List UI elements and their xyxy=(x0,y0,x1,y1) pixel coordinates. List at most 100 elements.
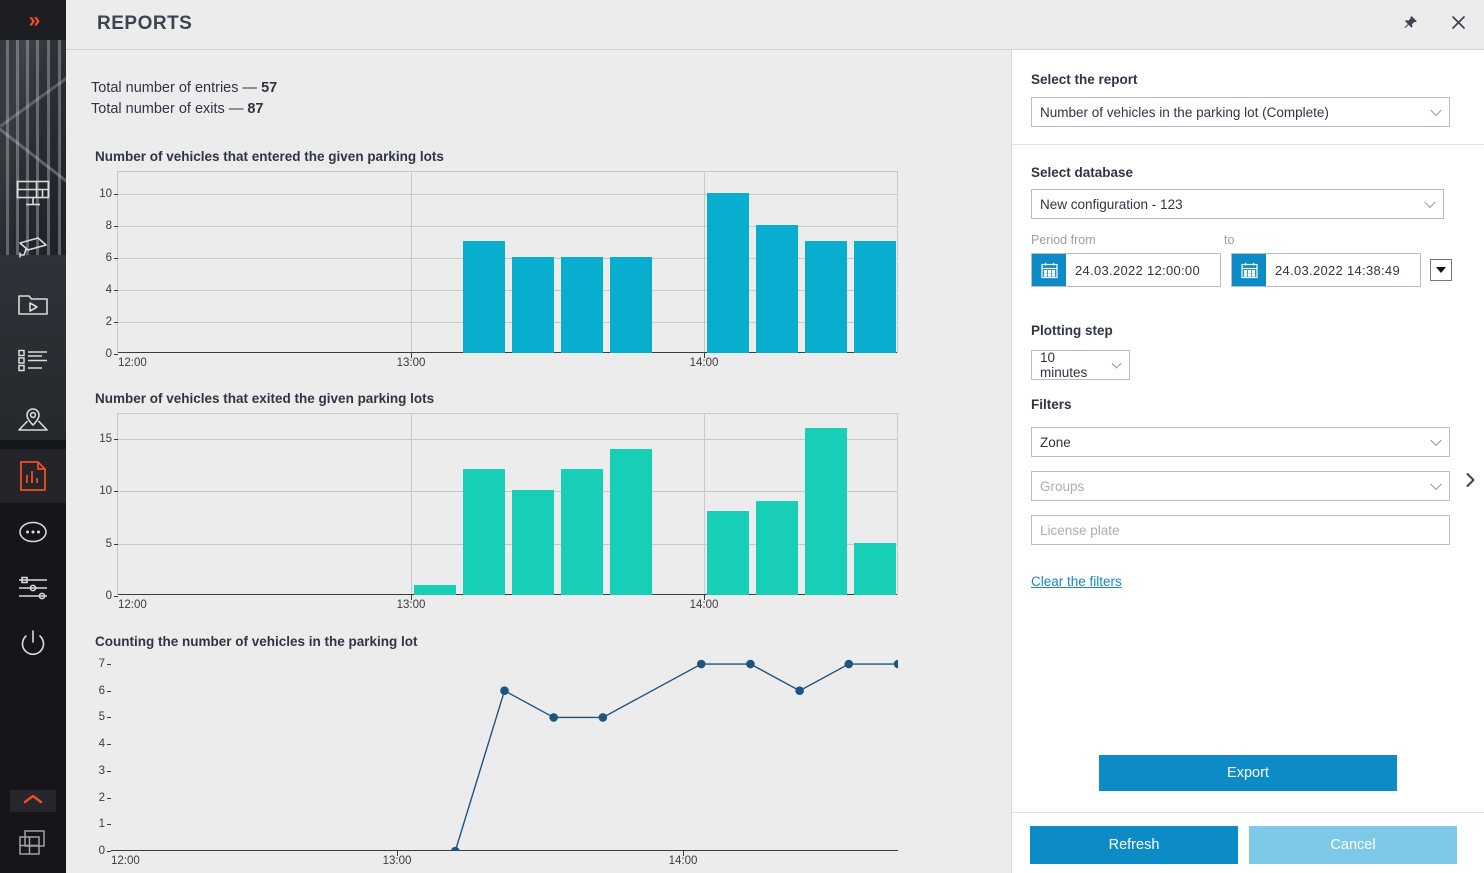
select-database-label: Select database xyxy=(1031,165,1133,180)
gridline-vertical xyxy=(411,414,412,595)
report-chart-icon xyxy=(18,460,48,492)
clear-filters-link[interactable]: Clear the filters xyxy=(1031,574,1122,589)
plot-area: 05101512:0013:0014:00 xyxy=(117,413,898,595)
y-axis-tick-label: 5 xyxy=(99,711,111,723)
license-plate-input[interactable]: License plate xyxy=(1031,515,1450,545)
data-point xyxy=(451,847,460,851)
y-axis-tick-label: 10 xyxy=(99,485,118,497)
plot-area: 024681012:0013:0014:00 xyxy=(117,171,898,353)
data-point xyxy=(746,660,755,669)
groups-filter-select[interactable]: Groups xyxy=(1031,471,1450,501)
report-settings-panel: Select the report Number of vehicles in … xyxy=(1011,50,1484,873)
y-axis-tick-label: 6 xyxy=(99,685,111,697)
sidebar-item-cameras[interactable] xyxy=(0,222,66,276)
x-axis-tick-label: 12:00 xyxy=(118,357,147,369)
plotting-step-select[interactable]: 10 minutes xyxy=(1031,350,1130,380)
bar xyxy=(756,225,798,353)
sidebar-item-more[interactable] xyxy=(0,505,66,559)
panel-collapse-toggle[interactable] xyxy=(1460,470,1480,494)
period-from-value: 24.03.2022 12:00:00 xyxy=(1066,263,1200,278)
sidebar-item-reports[interactable] xyxy=(0,449,66,503)
bar xyxy=(805,241,847,353)
bar xyxy=(756,501,798,595)
y-axis-tick-label: 15 xyxy=(99,433,118,445)
zone-filter-value: Zone xyxy=(1040,435,1071,450)
chevron-up-icon xyxy=(22,792,44,810)
refresh-button[interactable]: Refresh xyxy=(1030,826,1238,864)
chart-entered: 024681012:0013:0014:00 xyxy=(117,171,898,353)
bar xyxy=(805,428,847,595)
plot-area: 0123456712:0013:0014:00 xyxy=(111,656,898,851)
period-to-field[interactable]: 24.03.2022 14:38:49 xyxy=(1231,253,1421,287)
y-axis-tick-label: 4 xyxy=(106,284,118,296)
map-pin-icon xyxy=(16,406,50,434)
sidebar-footer xyxy=(0,780,66,873)
left-sidebar: » xyxy=(0,0,66,873)
data-point xyxy=(500,686,509,695)
chart-counting: 0123456712:0013:0014:00 xyxy=(111,656,898,851)
y-axis-tick-label: 0 xyxy=(106,348,118,360)
x-axis-tick-label: 14:00 xyxy=(669,855,698,867)
event-list-icon xyxy=(16,347,50,373)
bar xyxy=(463,469,505,595)
bar xyxy=(610,449,652,595)
power-icon xyxy=(17,629,49,659)
sidebar-item-monitors[interactable] xyxy=(0,167,66,221)
database-select-value: New configuration - 123 xyxy=(1040,197,1183,212)
y-axis-tick-label: 8 xyxy=(106,220,118,232)
pin-button[interactable] xyxy=(1396,11,1424,39)
bar xyxy=(512,490,554,595)
security-camera-icon xyxy=(16,235,50,263)
gridline-horizontal xyxy=(118,491,897,492)
cancel-button[interactable]: Cancel xyxy=(1249,826,1457,864)
sidebar-item-archive[interactable] xyxy=(0,278,66,332)
sidebar-collapse-button[interactable] xyxy=(10,790,56,812)
data-point xyxy=(697,660,706,669)
total-entries: Total number of entries — 57 xyxy=(91,80,277,96)
gridline-vertical xyxy=(704,172,705,353)
sidebar-item-map[interactable] xyxy=(0,393,66,447)
plotting-step-value: 10 minutes xyxy=(1040,350,1103,380)
zone-filter-select[interactable]: Zone xyxy=(1031,427,1450,457)
y-axis-tick-label: 1 xyxy=(99,818,111,830)
window-header: REPORTS xyxy=(66,0,1484,50)
chart-title-counting: Counting the number of vehicles in the p… xyxy=(95,634,418,649)
x-axis-tick-mark xyxy=(397,851,398,856)
period-to-value: 24.03.2022 14:38:49 xyxy=(1266,263,1400,278)
export-button[interactable]: Export xyxy=(1099,755,1397,791)
x-axis-tick-label: 13:00 xyxy=(397,599,426,611)
data-point xyxy=(845,660,854,669)
calendar-icon xyxy=(1232,254,1266,286)
footer-divider xyxy=(1012,812,1484,813)
data-point xyxy=(549,713,558,722)
gridline-horizontal xyxy=(118,439,897,440)
period-from-field[interactable]: 24.03.2022 12:00:00 xyxy=(1031,253,1221,287)
sidebar-item-events[interactable] xyxy=(0,333,66,387)
report-select-value: Number of vehicles in the parking lot (C… xyxy=(1040,105,1329,120)
sidebar-expand-button[interactable]: » xyxy=(0,0,66,40)
database-select[interactable]: New configuration - 123 xyxy=(1031,189,1444,219)
chevron-right-icon xyxy=(1465,472,1476,492)
x-axis-tick-mark xyxy=(704,595,705,600)
sidebar-item-power[interactable] xyxy=(0,617,66,671)
pin-icon xyxy=(1402,15,1418,36)
chart-exited: 05101512:0013:0014:00 xyxy=(117,413,898,595)
report-select[interactable]: Number of vehicles in the parking lot (C… xyxy=(1031,97,1450,127)
x-axis-tick-label: 12:00 xyxy=(111,855,140,867)
x-axis-tick-mark xyxy=(411,353,412,358)
x-axis-tick-label: 14:00 xyxy=(690,599,719,611)
double-chevron-right-icon: » xyxy=(29,10,38,31)
x-axis-tick-label: 13:00 xyxy=(397,357,426,369)
chevron-down-icon xyxy=(1430,105,1441,116)
layout-switch-button[interactable] xyxy=(0,820,66,870)
data-point xyxy=(599,713,608,722)
period-preset-dropdown-button[interactable] xyxy=(1430,259,1452,281)
reports-content: Total number of entries — 57 Total numbe… xyxy=(66,50,1011,873)
y-axis-tick-label: 10 xyxy=(99,188,118,200)
close-button[interactable] xyxy=(1444,11,1472,39)
y-axis-tick-label: 2 xyxy=(99,792,111,804)
gridline-vertical xyxy=(411,172,412,353)
sidebar-item-settings[interactable] xyxy=(0,561,66,615)
triangle-down-icon xyxy=(1436,267,1446,273)
chevron-down-icon xyxy=(1430,435,1441,446)
